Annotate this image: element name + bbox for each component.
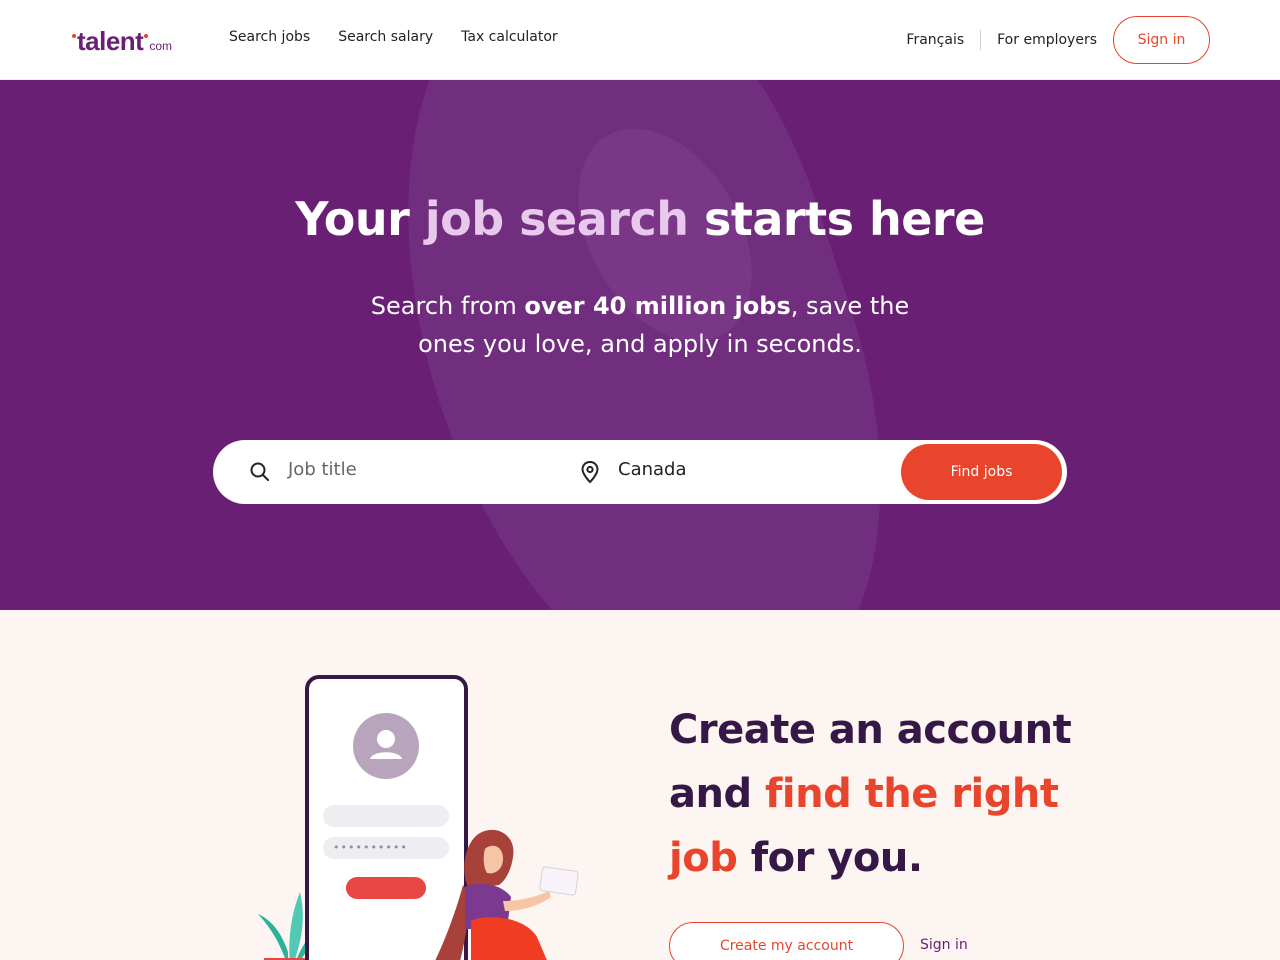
nav-tax-calculator[interactable]: Tax calculator xyxy=(461,29,558,45)
sign-in-button[interactable]: Sign in xyxy=(1113,16,1210,64)
header-right: Français For employers Sign in xyxy=(906,16,1210,64)
hero-sub-bold: over 40 million jobs xyxy=(524,292,791,320)
location-pin-icon xyxy=(581,460,599,484)
location-input[interactable]: Canada xyxy=(618,459,687,480)
user-icon xyxy=(370,730,402,759)
cta-find-right: find the right xyxy=(765,771,1059,817)
login-button-illustration xyxy=(346,877,426,899)
logo-dot-icon xyxy=(144,34,149,38)
create-account-section: •••••••••• Create an account and find the… xyxy=(0,610,1280,960)
cta-for-you: for you. xyxy=(737,835,923,881)
header-divider xyxy=(980,30,982,50)
talent-logo[interactable]: talent com xyxy=(72,26,172,57)
logo-suffix: com xyxy=(149,39,173,53)
job-title-input[interactable]: Job title xyxy=(288,459,357,480)
language-switch[interactable]: Français xyxy=(906,32,964,48)
hero-title-pre: Your xyxy=(295,192,425,246)
hero-title: Your job search starts here xyxy=(0,192,1280,246)
nav-search-jobs[interactable]: Search jobs xyxy=(229,29,310,45)
cta-job: job xyxy=(669,835,738,881)
username-field-illustration xyxy=(323,805,449,827)
search-icon xyxy=(250,462,269,481)
hero-title-post: starts here xyxy=(688,192,985,246)
hero-subtitle: Search from over 40 million jobs, save t… xyxy=(340,287,940,363)
main-nav: Search jobs Search salary Tax calculator xyxy=(229,29,558,45)
hero-section: Your job search starts here Search from … xyxy=(0,80,1280,610)
nav-search-salary[interactable]: Search salary xyxy=(338,29,433,45)
for-employers-link[interactable]: For employers xyxy=(997,32,1097,48)
logo-text: talent xyxy=(77,26,144,56)
site-header: talent com Search jobs Search salary Tax … xyxy=(0,0,1280,80)
logo-dot-icon xyxy=(72,34,76,38)
cta-and: and xyxy=(669,771,766,817)
avatar-icon xyxy=(353,713,419,779)
hero-title-highlight: job search xyxy=(424,192,689,246)
create-account-button[interactable]: Create my account xyxy=(669,922,904,960)
job-search-bar: Job title Canada Find jobs xyxy=(213,440,1067,504)
cta-line1: Create an account xyxy=(669,707,1072,753)
woman-illustration xyxy=(435,829,579,960)
create-account-heading: Create an account and find the right job f… xyxy=(669,698,1109,890)
sign-in-link[interactable]: Sign in xyxy=(920,937,968,953)
find-jobs-button[interactable]: Find jobs xyxy=(901,444,1062,500)
hero-sub-pre: Search from xyxy=(370,292,525,320)
